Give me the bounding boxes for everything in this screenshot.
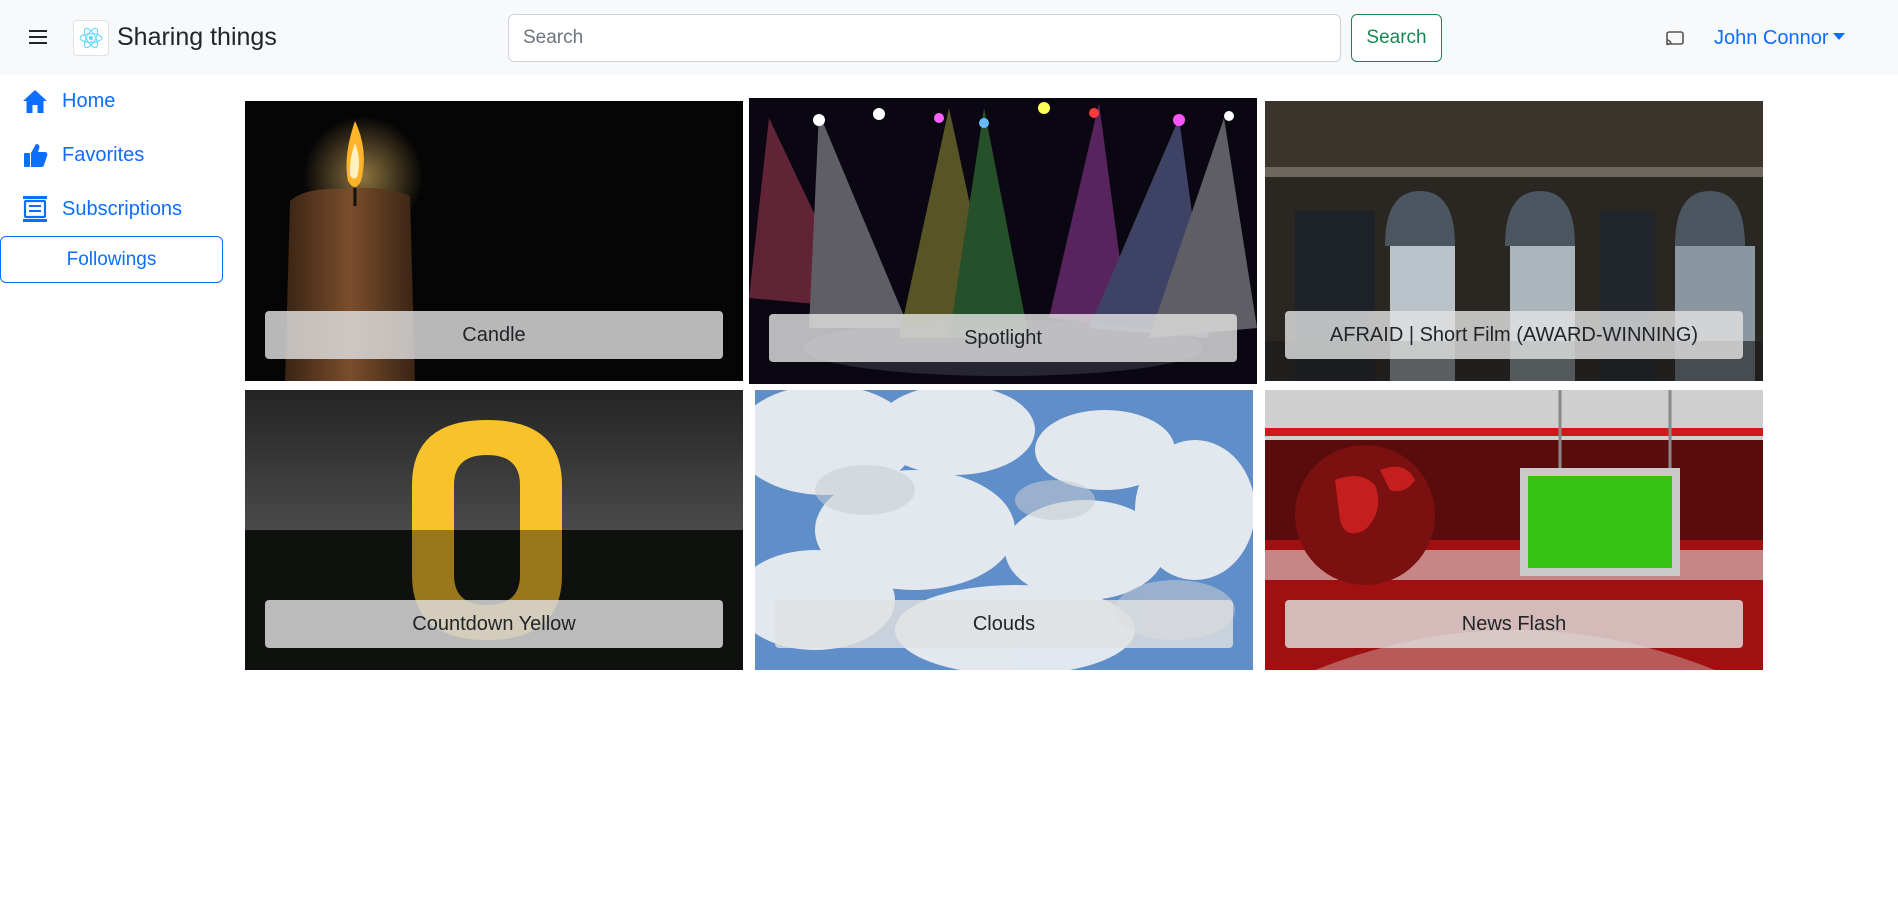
sidebar-item-label: Home	[62, 89, 116, 112]
followings-button[interactable]: Followings	[0, 236, 223, 283]
user-name: John Connor	[1714, 27, 1829, 49]
video-title: AFRAID | Short Film (AWARD-WINNING)	[1285, 311, 1743, 359]
chevron-down-icon	[1832, 33, 1845, 40]
sidebar-item-home[interactable]: Home	[20, 83, 115, 119]
video-title: Candle	[265, 311, 723, 359]
sidebar-item-label: Favorites	[62, 143, 145, 166]
video-card-countdown-yellow[interactable]: Countdown Yellow	[245, 390, 743, 670]
top-navbar: Sharing things Search John Connor	[0, 0, 1898, 75]
cast-icon[interactable]	[1664, 29, 1686, 49]
thumbs-up-icon	[20, 140, 50, 170]
video-card-spotlight[interactable]: Spotlight	[749, 98, 1257, 384]
video-card-afraid[interactable]: AFRAID | Short Film (AWARD-WINNING)	[1265, 101, 1763, 381]
video-card-candle[interactable]: Candle	[245, 101, 743, 381]
search-input[interactable]	[508, 14, 1341, 62]
video-title: Spotlight	[769, 314, 1237, 362]
video-title: Countdown Yellow	[265, 600, 723, 648]
user-menu-dropdown[interactable]: John Connor	[1714, 25, 1845, 51]
sidebar-item-subscriptions[interactable]: Subscriptions	[20, 191, 182, 227]
video-card-news-flash[interactable]: News Flash	[1265, 390, 1763, 670]
brand-title[interactable]: Sharing things	[117, 22, 277, 52]
react-logo-icon[interactable]	[73, 20, 109, 56]
search-button[interactable]: Search	[1351, 14, 1442, 62]
video-card-clouds[interactable]: Clouds	[755, 390, 1253, 670]
house-icon	[20, 86, 50, 116]
sidebar-item-label: Subscriptions	[62, 197, 183, 220]
video-title: Clouds	[775, 600, 1233, 648]
sidebar-item-favorites[interactable]: Favorites	[20, 137, 144, 173]
subscriptions-icon	[20, 194, 50, 224]
video-title: News Flash	[1285, 600, 1743, 648]
hamburger-menu-icon[interactable]	[29, 30, 47, 46]
